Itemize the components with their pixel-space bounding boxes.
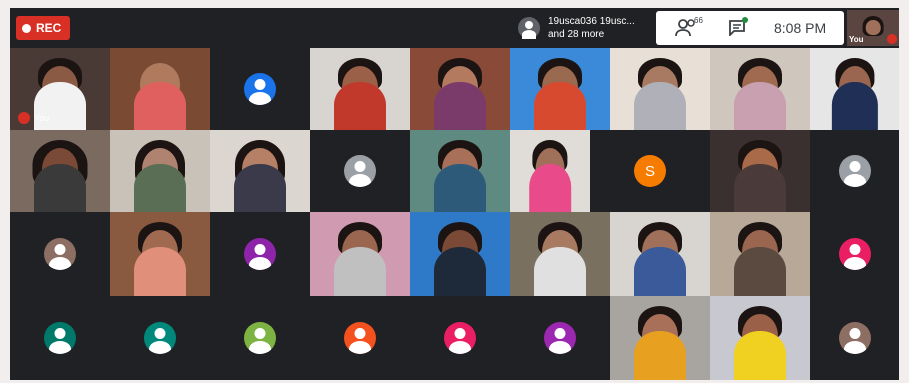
participant-tile[interactable] [710, 48, 810, 130]
participant-avatar-icon [244, 238, 276, 270]
participant-tile[interactable] [310, 48, 410, 130]
participant-avatar-icon [344, 322, 376, 354]
participant-tile[interactable] [710, 212, 810, 296]
chat-notification-dot [742, 17, 748, 23]
participant-avatar-icon [838, 238, 871, 270]
participant-tile[interactable] [610, 212, 710, 296]
participant-avatar-icon [244, 73, 276, 105]
participant-tile[interactable] [410, 296, 510, 380]
presenter-avatar [518, 17, 540, 39]
participant-avatar-icon [344, 155, 376, 187]
participant-avatar-icon [244, 322, 276, 354]
self-view-thumbnail[interactable]: You [847, 10, 899, 46]
mic-off-icon [887, 34, 897, 44]
presenter-more: and 28 more [548, 29, 605, 40]
participant-tile-self[interactable]: You [10, 48, 110, 130]
self-tile-label: You [18, 112, 49, 124]
participant-tile[interactable] [210, 48, 310, 130]
participant-tile[interactable] [810, 212, 899, 296]
participant-avatar-icon [838, 322, 871, 354]
presenter-names: 19usca036 19usc... [548, 16, 635, 27]
participant-tile[interactable] [510, 130, 590, 212]
participant-tile[interactable] [610, 296, 710, 380]
participant-tile[interactable] [510, 48, 610, 130]
participant-tile[interactable]: S [590, 130, 710, 212]
participant-avatar-icon [444, 322, 476, 354]
participant-tile[interactable] [810, 296, 899, 380]
participant-tile[interactable] [210, 296, 310, 380]
self-tile-name: You [34, 113, 50, 123]
participant-tile[interactable] [710, 130, 810, 212]
top-bar: REC 19usca036 19usc... and 28 more 66 8:… [10, 8, 899, 48]
participant-tile[interactable] [310, 130, 410, 212]
participant-avatar-icon [144, 322, 176, 354]
record-dot-icon [22, 23, 31, 33]
meeting-window: REC 19usca036 19usc... and 28 more 66 8:… [10, 8, 899, 380]
mic-off-icon [18, 112, 30, 124]
participant-avatar-icon [44, 238, 76, 270]
presenter-info[interactable]: 19usca036 19usc... and 28 more [518, 10, 656, 46]
participant-tile[interactable] [10, 296, 110, 380]
participant-avatar-icon [838, 155, 871, 187]
participant-tile[interactable] [410, 130, 510, 212]
recording-label: REC [36, 21, 62, 35]
participant-tile[interactable] [110, 212, 210, 296]
participant-avatar-letter: S [634, 155, 666, 187]
participant-tile[interactable] [110, 130, 210, 212]
participant-count: 66 [694, 16, 703, 25]
participant-tile[interactable] [510, 212, 610, 296]
participant-tile[interactable] [110, 48, 210, 130]
clock-time: 8:08 PM [774, 20, 827, 36]
participant-tile[interactable] [610, 48, 710, 130]
participant-tile[interactable] [210, 212, 310, 296]
participant-tile[interactable] [410, 212, 510, 296]
meeting-toolbar: 66 8:08 PM [656, 11, 844, 45]
participant-tile[interactable] [210, 130, 310, 212]
participant-tile[interactable] [310, 212, 410, 296]
participant-tile[interactable] [110, 296, 210, 380]
participant-tile[interactable] [710, 296, 810, 380]
participant-tile[interactable] [810, 130, 899, 212]
participant-avatar-icon [44, 322, 76, 354]
participant-grid: You S [10, 48, 899, 380]
recording-badge: REC [16, 16, 70, 40]
participant-tile[interactable] [410, 48, 510, 130]
participant-tile[interactable] [10, 212, 110, 296]
participant-tile[interactable] [810, 48, 899, 130]
participant-avatar-icon [544, 322, 576, 354]
participant-tile[interactable] [310, 296, 410, 380]
participant-tile[interactable] [510, 296, 610, 380]
self-view-label: You [849, 35, 864, 44]
participant-tile[interactable] [10, 130, 110, 212]
